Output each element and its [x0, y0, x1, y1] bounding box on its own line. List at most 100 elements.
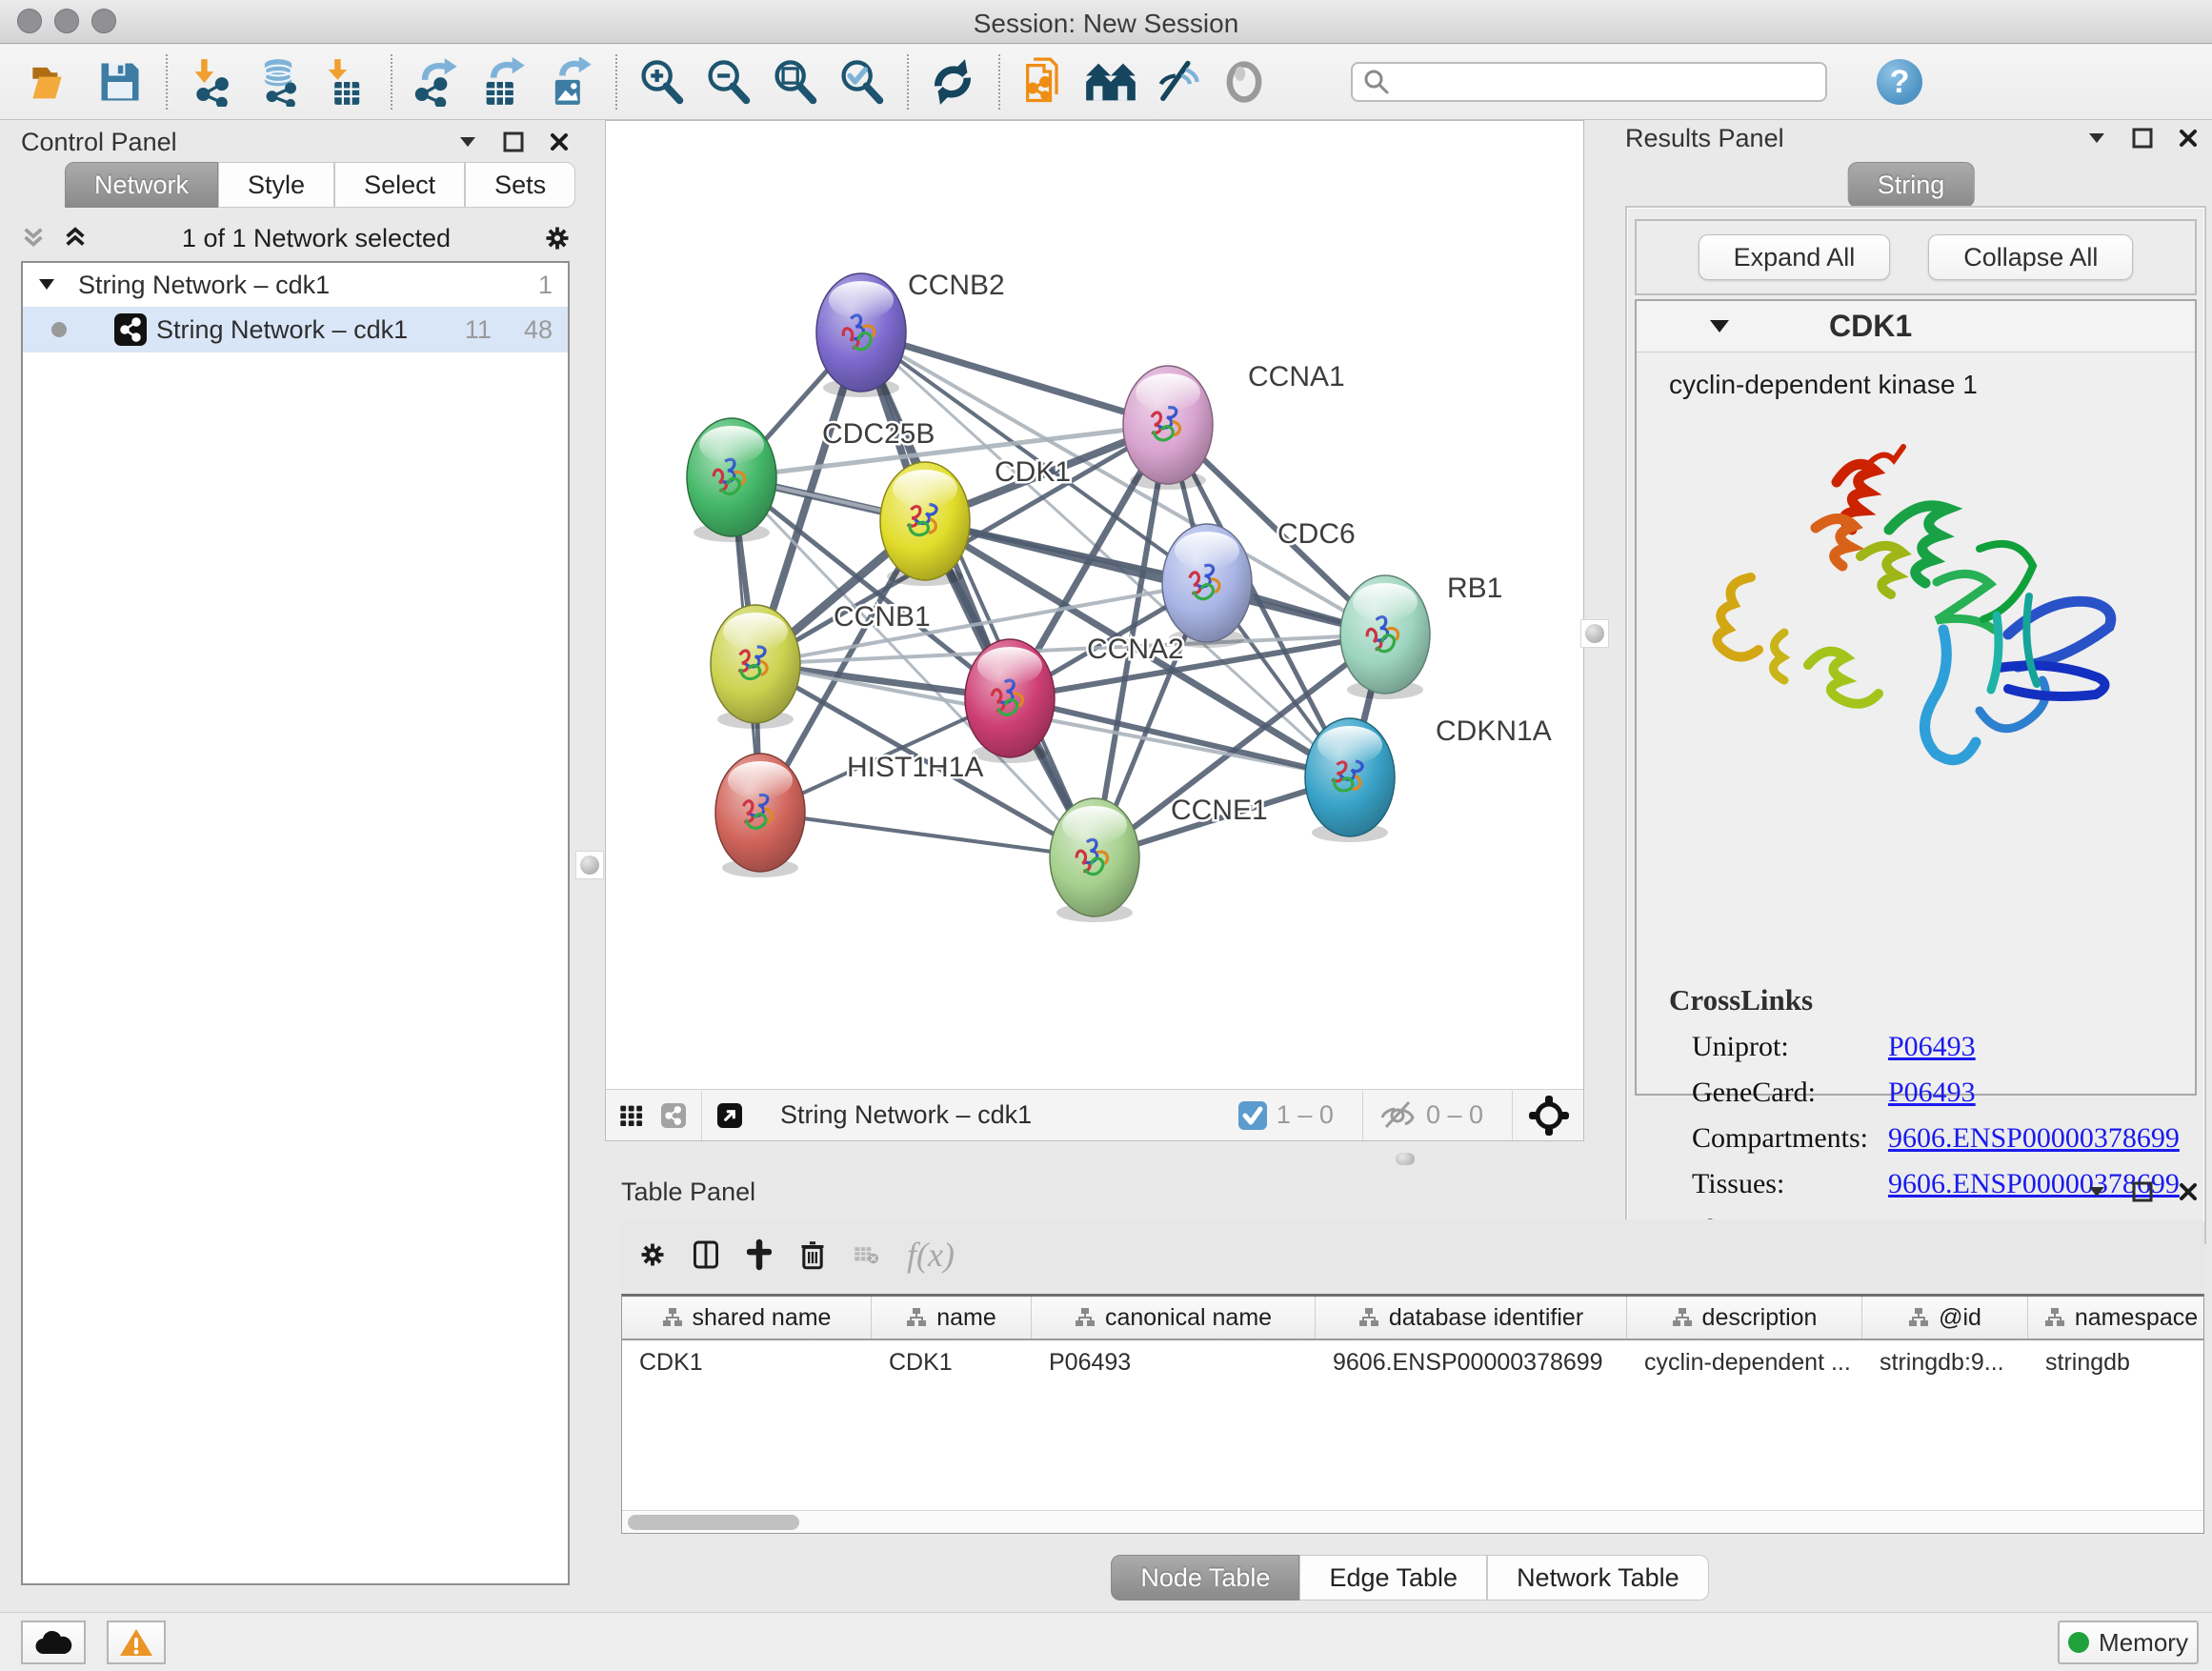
tab-select[interactable]: Select: [334, 162, 465, 208]
birdseye-view-icon[interactable]: [619, 1103, 644, 1128]
table-options-gear-icon[interactable]: [640, 1242, 665, 1267]
tab-network[interactable]: Network: [65, 162, 218, 208]
section-collapse-icon[interactable]: [1709, 319, 1730, 334]
panel-float-icon[interactable]: [2130, 1179, 2155, 1204]
warnings-button[interactable]: [107, 1621, 166, 1664]
network-canvas[interactable]: CCNB2CCNA1CDC25BCDK1CDC6RB1CCNB1CCNA2CDK…: [606, 121, 1583, 1089]
panel-menu-icon[interactable]: [2084, 1179, 2109, 1204]
zoom-in-icon[interactable]: [634, 53, 688, 111]
tab-network-table[interactable]: Network Table: [1487, 1555, 1709, 1601]
hidden-eye-icon[interactable]: [1378, 1100, 1417, 1131]
panel-float-icon[interactable]: [2130, 126, 2155, 151]
table-cell[interactable]: CDK1: [622, 1340, 872, 1384]
memory-button[interactable]: Memory: [2058, 1621, 2199, 1664]
zoom-fit-icon[interactable]: [768, 53, 821, 111]
table-cell[interactable]: stringdb: [2028, 1340, 2204, 1384]
panel-close-icon[interactable]: [547, 130, 572, 154]
network-node-CCNA1[interactable]: [1123, 366, 1213, 490]
crosslink-uniprot-link[interactable]: P06493: [1888, 1031, 1976, 1063]
panel-close-icon[interactable]: [2176, 1179, 2201, 1204]
save-session-icon[interactable]: [93, 53, 147, 111]
detach-view-icon[interactable]: [717, 1103, 742, 1128]
collapse-all-button[interactable]: Collapse All: [1928, 234, 2133, 280]
memory-status-dot: [2068, 1632, 2089, 1653]
column-header-canonical-name[interactable]: canonical name: [1032, 1297, 1316, 1339]
help-icon[interactable]: ?: [1877, 59, 1922, 105]
import-network-database-icon[interactable]: [251, 53, 305, 111]
network-node-CDC6[interactable]: [1162, 524, 1252, 648]
function-builder-icon[interactable]: f(x): [907, 1235, 955, 1275]
network-collection-row[interactable]: String Network – cdk1 1: [23, 263, 568, 307]
table-cell[interactable]: CDK1: [872, 1340, 1032, 1384]
scrollbar-thumb[interactable]: [628, 1515, 799, 1530]
protein-section-header[interactable]: CDK1: [1637, 301, 2195, 352]
column-header--id[interactable]: @id: [1862, 1297, 2028, 1339]
crosslink-compartments-link[interactable]: 9606.ENSP00000378699: [1888, 1122, 2180, 1155]
tab-node-table[interactable]: Node Table: [1111, 1555, 1299, 1601]
panel-close-icon[interactable]: [2176, 126, 2201, 151]
search-field[interactable]: [1351, 62, 1827, 102]
column-header-name[interactable]: name: [872, 1297, 1032, 1339]
network-node-HIST1H1A[interactable]: [715, 754, 805, 877]
table-cell[interactable]: 9606.ENSP00000378699: [1316, 1340, 1627, 1384]
column-header-description[interactable]: description: [1627, 1297, 1862, 1339]
export-network-icon[interactable]: [410, 53, 463, 111]
network-row-selected[interactable]: String Network – cdk1 11 48: [23, 307, 568, 352]
right-splitter-handle[interactable]: [1580, 619, 1609, 648]
delete-column-icon[interactable]: [800, 1242, 825, 1267]
bottom-splitter-handle[interactable]: [1396, 1153, 1415, 1165]
expand-all-networks-icon[interactable]: [63, 226, 88, 251]
tab-string[interactable]: String: [1848, 162, 1975, 208]
network-node-CCNE1[interactable]: [1050, 798, 1139, 922]
table-cell[interactable]: P06493: [1032, 1340, 1316, 1384]
zoom-selected-icon[interactable]: [835, 53, 888, 111]
tab-sets[interactable]: Sets: [465, 162, 575, 208]
column-header-namespace[interactable]: namespace: [2028, 1297, 2204, 1339]
network-node-CCNB1[interactable]: [711, 605, 800, 729]
home-icon[interactable]: [1084, 53, 1137, 111]
expand-all-button[interactable]: Expand All: [1699, 234, 1891, 280]
left-splitter-handle[interactable]: [575, 851, 604, 879]
table-cell[interactable]: stringdb:9...: [1862, 1340, 2028, 1384]
tab-style[interactable]: Style: [218, 162, 334, 208]
column-header-database-identifier[interactable]: database identifier: [1316, 1297, 1627, 1339]
crosslink-genecard-link[interactable]: P06493: [1888, 1077, 1976, 1109]
import-network-file-icon[interactable]: [185, 53, 238, 111]
network-edge-CCNB2-CCNA1[interactable]: [861, 332, 1168, 425]
table-horizontal-scrollbar[interactable]: [622, 1510, 2203, 1533]
network-node-CDC25B[interactable]: [687, 418, 776, 542]
export-image-icon[interactable]: [543, 53, 596, 111]
network-view-panel[interactable]: CCNB2CCNA1CDC25BCDK1CDC6RB1CCNB1CCNA2CDK…: [605, 120, 1584, 1141]
network-grid-share-icon[interactable]: [661, 1103, 686, 1128]
network-node-CDKN1A[interactable]: [1305, 718, 1395, 842]
node-table[interactable]: shared namenamecanonical namedatabase id…: [621, 1294, 2204, 1534]
hide-graphics-details-icon[interactable]: [1151, 53, 1204, 111]
tab-edge-table[interactable]: Edge Table: [1299, 1555, 1487, 1601]
selected-nodes-checkbox[interactable]: [1238, 1101, 1267, 1130]
network-node-CCNB2[interactable]: [816, 273, 906, 397]
export-table-icon[interactable]: [476, 53, 530, 111]
cloud-button[interactable]: [21, 1621, 86, 1664]
panel-menu-icon[interactable]: [455, 130, 480, 154]
show-columns-icon[interactable]: [694, 1242, 718, 1267]
zoom-out-icon[interactable]: [701, 53, 754, 111]
refresh-icon[interactable]: [926, 53, 979, 111]
network-options-gear-icon[interactable]: [545, 226, 570, 251]
network-edge-HIST1H1A-CCNE1[interactable]: [760, 813, 1095, 857]
panel-menu-icon[interactable]: [2084, 126, 2109, 151]
string-document-icon[interactable]: [1017, 53, 1071, 111]
table-cell[interactable]: cyclin-dependent ...: [1627, 1340, 1862, 1384]
collapse-all-networks-icon[interactable]: [21, 226, 46, 251]
delete-table-icon[interactable]: [854, 1242, 878, 1267]
search-input[interactable]: [1398, 68, 1816, 97]
show-graphics-details-icon[interactable]: [1217, 53, 1271, 111]
network-node-RB1[interactable]: [1340, 575, 1430, 699]
table-row[interactable]: CDK1CDK1P064939606.ENSP00000378699cyclin…: [622, 1340, 2203, 1384]
panel-float-icon[interactable]: [501, 130, 526, 154]
collection-expand-icon[interactable]: [38, 278, 55, 292]
import-table-file-icon[interactable]: [318, 53, 372, 111]
add-column-icon[interactable]: [747, 1242, 772, 1267]
fit-content-crosshair-icon[interactable]: [1528, 1095, 1570, 1137]
column-header-shared-name[interactable]: shared name: [622, 1297, 872, 1339]
open-session-icon[interactable]: [27, 53, 80, 111]
